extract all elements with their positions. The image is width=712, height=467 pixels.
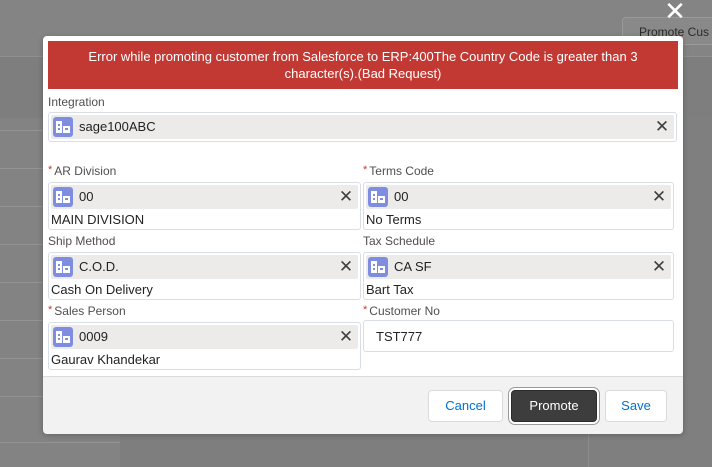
- required-marker: *: [48, 304, 53, 316]
- clear-icon[interactable]: ✕: [338, 187, 354, 207]
- terms-code-description: No Terms: [366, 212, 422, 227]
- record-lookup-icon: [368, 257, 388, 277]
- terms-code-lookup[interactable]: 00 ✕ No Terms: [363, 182, 674, 230]
- sales-person-label-text: Sales Person: [54, 304, 126, 318]
- ar-division-value: 00: [79, 189, 94, 204]
- clear-icon[interactable]: ✕: [338, 327, 354, 347]
- ar-division-label-text: AR Division: [54, 164, 117, 178]
- sales-person-lookup[interactable]: 0009 ✕ Gaurav Khandekar: [48, 322, 361, 370]
- terms-code-label: * Terms Code: [363, 164, 434, 178]
- sales-person-label: * Sales Person: [48, 304, 126, 318]
- promote-button[interactable]: Promote: [511, 390, 597, 422]
- modal-footer: Cancel Promote Save: [43, 376, 683, 434]
- ar-division-description: MAIN DIVISION: [51, 212, 145, 227]
- record-lookup-icon: [53, 257, 73, 277]
- record-lookup-icon: [53, 187, 73, 207]
- promote-customer-modal: Error while promoting customer from Sale…: [43, 36, 683, 434]
- sales-person-pill: 0009 ✕: [51, 325, 358, 349]
- sales-person-value: 0009: [79, 329, 108, 344]
- clear-icon[interactable]: ✕: [338, 257, 354, 277]
- record-lookup-icon: [53, 117, 73, 137]
- ship-method-description: Cash On Delivery: [51, 282, 153, 297]
- clear-icon[interactable]: ✕: [651, 187, 667, 207]
- ar-division-pill: 00 ✕: [51, 185, 358, 209]
- sales-person-description: Gaurav Khandekar: [51, 352, 161, 367]
- ship-method-lookup[interactable]: C.O.D. ✕ Cash On Delivery: [48, 252, 361, 300]
- tax-schedule-label: Tax Schedule: [363, 234, 436, 248]
- tax-schedule-pill: CA SF ✕: [366, 255, 671, 279]
- ship-method-pill: C.O.D. ✕: [51, 255, 358, 279]
- ship-method-label: Ship Method: [48, 234, 116, 248]
- record-lookup-icon: [368, 187, 388, 207]
- customer-no-label: * Customer No: [363, 304, 440, 318]
- tax-schedule-value: CA SF: [394, 259, 432, 274]
- integration-pill: sage100ABC ✕: [51, 115, 674, 139]
- terms-code-value: 00: [394, 189, 409, 204]
- required-marker: *: [48, 164, 53, 176]
- integration-lookup[interactable]: sage100ABC ✕: [48, 112, 677, 142]
- ship-method-value: C.O.D.: [79, 259, 119, 274]
- integration-label: Integration: [48, 95, 105, 109]
- error-message: Error while promoting customer from Sale…: [88, 49, 638, 81]
- customer-no-input[interactable]: [363, 320, 674, 352]
- clear-icon[interactable]: ✕: [651, 257, 667, 277]
- required-marker: *: [363, 304, 368, 316]
- tax-schedule-lookup[interactable]: CA SF ✕ Bart Tax: [363, 252, 674, 300]
- terms-code-pill: 00 ✕: [366, 185, 671, 209]
- required-marker: *: [363, 164, 368, 176]
- integration-value: sage100ABC: [79, 119, 156, 134]
- close-icon[interactable]: ✕: [663, 0, 687, 24]
- customer-no-label-text: Customer No: [369, 304, 440, 318]
- ar-division-label: * AR Division: [48, 164, 116, 178]
- record-lookup-icon: [53, 327, 73, 347]
- terms-code-label-text: Terms Code: [369, 164, 434, 178]
- error-banner: Error while promoting customer from Sale…: [48, 41, 678, 89]
- clear-icon[interactable]: ✕: [654, 117, 670, 137]
- tax-schedule-description: Bart Tax: [366, 282, 414, 297]
- save-button[interactable]: Save: [605, 390, 667, 422]
- cancel-button[interactable]: Cancel: [428, 390, 503, 422]
- ar-division-lookup[interactable]: 00 ✕ MAIN DIVISION: [48, 182, 361, 230]
